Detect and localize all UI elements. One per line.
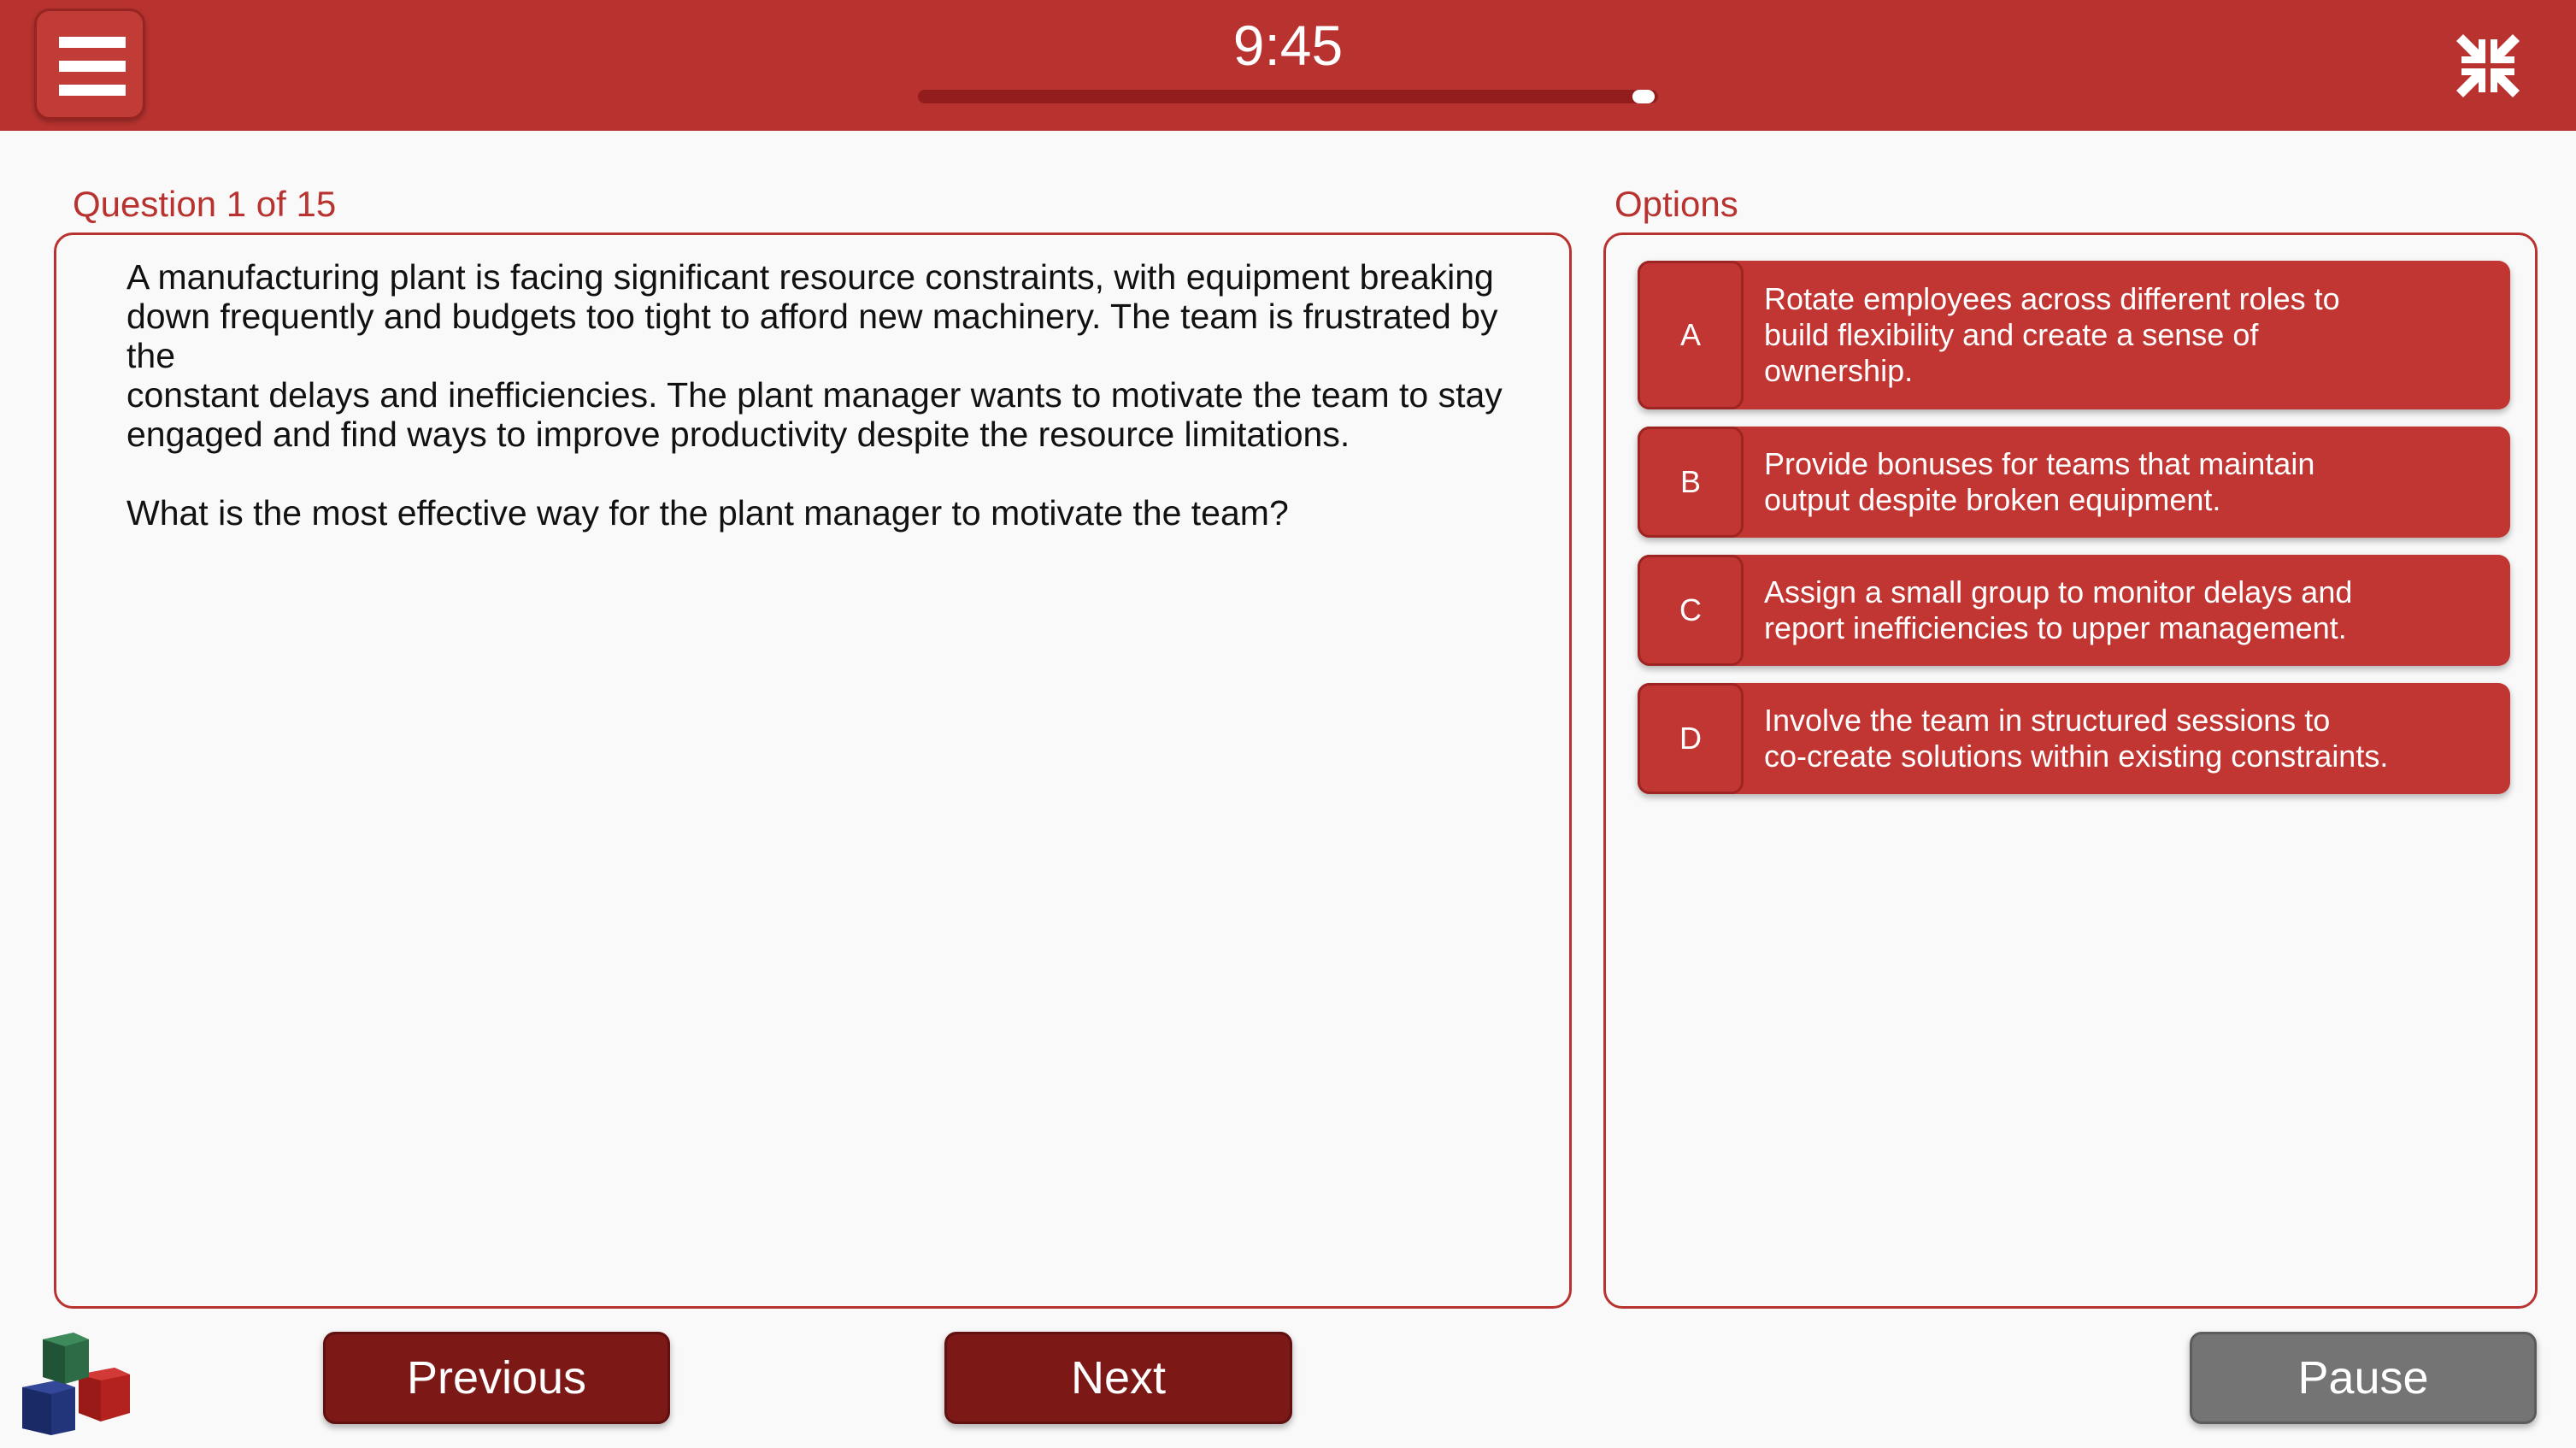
question-text: A manufacturing plant is facing signific…	[126, 257, 1528, 533]
previous-button[interactable]: Previous	[323, 1332, 670, 1424]
option-a[interactable]: A Rotate employees across different role…	[1638, 261, 2510, 409]
question-scenario: A manufacturing plant is facing signific…	[126, 257, 1528, 454]
timer-progress-knob	[1632, 90, 1655, 103]
countdown-timer: 9:45	[1232, 14, 1344, 77]
scenario-line: engaged and find ways to improve product…	[126, 415, 1350, 454]
option-letter: C	[1638, 555, 1744, 666]
option-text: Provide bonuses for teams that maintain …	[1764, 446, 2315, 517]
scenario-line: constant delays and inefficiencies. The …	[126, 375, 1503, 415]
option-text: Involve the team in structured sessions …	[1764, 703, 2389, 774]
pause-button[interactable]: Pause	[2190, 1332, 2537, 1424]
quiz-page: 9:45 Question 1 of 15 A manufacturing pl…	[0, 0, 2576, 1448]
option-letter: A	[1638, 261, 1744, 409]
question-panel: A manufacturing plant is facing signific…	[54, 233, 1572, 1309]
timer-progress-bar	[918, 90, 1658, 103]
option-letter: D	[1638, 683, 1744, 794]
option-text: Rotate employees across different roles …	[1764, 281, 2340, 388]
scenario-line: A manufacturing plant is facing signific…	[126, 257, 1494, 297]
question-counter: Question 1 of 15	[73, 184, 337, 224]
option-d[interactable]: D Involve the team in structured session…	[1638, 683, 2510, 794]
options-heading: Options	[1614, 184, 1738, 224]
scenario-line: down frequently and budgets too tight to…	[126, 297, 1498, 375]
stacked-cubes-logo-icon	[19, 1327, 133, 1435]
collapse-fullscreen-button[interactable]	[2453, 31, 2523, 101]
option-b[interactable]: B Provide bonuses for teams that maintai…	[1638, 427, 2510, 538]
option-text: Assign a small group to monitor delays a…	[1764, 574, 2353, 645]
header-bar: 9:45	[0, 0, 2576, 131]
option-c[interactable]: C Assign a small group to monitor delays…	[1638, 555, 2510, 666]
option-letter: B	[1638, 427, 1744, 538]
question-prompt: What is the most effective way for the p…	[126, 493, 1289, 533]
options-panel: A Rotate employees across different role…	[1603, 233, 2538, 1309]
collapse-arrows-icon	[2456, 34, 2520, 97]
next-button[interactable]: Next	[944, 1332, 1292, 1424]
